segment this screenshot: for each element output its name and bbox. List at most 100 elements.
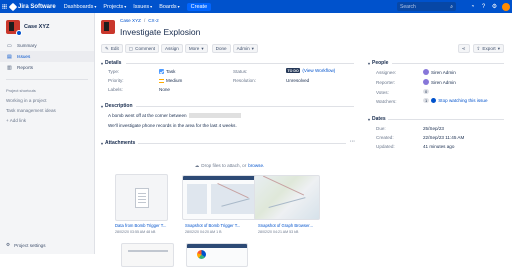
priority-value-text: Medium [166,78,183,83]
attachment-thumb-5[interactable] [186,243,248,267]
user-avatar[interactable] [502,2,510,11]
stop-watching-link[interactable]: Stop watching this issue [438,98,487,103]
assign-button[interactable]: Assign [161,44,183,53]
breadcrumb-project[interactable]: Case XYZ [120,18,141,23]
export-icon: ⇪ [476,45,481,51]
resolution-label: Resolution: [233,78,256,83]
attachments-heading-label: Attachments [105,140,136,146]
description-divider [136,103,354,109]
attachment-thumb-3[interactable] [254,175,320,220]
chevron-down-icon: ▾ [201,45,204,51]
search-placeholder: Search [400,3,416,10]
comment-button[interactable]: ▢ Comment [124,44,160,53]
project-header[interactable]: Case XYZ [0,13,94,36]
issue-view: Case XYZ / CX-2 Investigate Explosion ✎ E… [96,13,512,267]
add-link[interactable]: + Add link [0,116,94,126]
attachment-name-2[interactable]: Snapshot of Bomb Trigger T... [185,223,240,228]
issues-icon: ▤ [7,53,12,60]
attachment-thumb-2[interactable] [182,175,262,220]
add-link-label: Add link [9,118,27,123]
attachments-heading[interactable]: ▾ Attachments [101,140,135,146]
more-button[interactable]: More ▾ [184,44,208,53]
attachment-thumb-1[interactable] [115,174,168,221]
watchers-value[interactable]: 1 Stop watching this issue [423,98,488,103]
attachment-name-1[interactable]: Data from Bomb Trigger T... [115,223,166,228]
due-value: 25/Sep/23 [423,126,444,131]
shortcut-working-in-project[interactable]: Working in a project [0,96,94,106]
admin-button[interactable]: Admin ▾ [232,44,258,53]
drop-files-text: Drop files to attach, or [201,163,247,168]
redacted-text [188,113,241,119]
dates-heading[interactable]: ▾ Dates [368,116,386,122]
shortcut-task-management[interactable]: Task management ideas [0,106,94,116]
project-avatar [6,20,22,36]
attachments-more-icon[interactable]: ··· [350,139,355,145]
project-settings-label: Project settings [14,242,46,248]
issue-right-actions: ⋖ ⇪ Export ▾ [457,44,504,53]
updated-value: 41 minutes ago [423,144,455,149]
votes-value[interactable]: 0 [423,89,430,94]
browse-link[interactable]: browse. [248,163,264,168]
gear-icon: ⚙ [6,242,11,247]
issue-title[interactable]: Investigate Explosion [120,27,200,37]
details-heading-label: Details [105,60,122,66]
avatar [423,69,429,75]
project-settings-link[interactable]: ⚙ Project settings [6,242,46,248]
settings-gear-icon[interactable]: ⚙ [491,3,498,10]
details-heading[interactable]: ▾ Details [101,60,121,66]
assignee-value[interactable]: Siren Admin [423,69,456,75]
description-line-2[interactable]: We'll investigate phone records in the a… [108,123,237,128]
attachments-divider [138,140,346,146]
notifications-icon[interactable]: ◔ [469,4,476,10]
pencil-icon: ✎ [105,45,109,51]
type-label: Type: [108,69,120,74]
sidebar-item-summary[interactable]: ▭ Summary [0,40,94,51]
description-heading[interactable]: ▾ Description [101,103,133,109]
project-shortcuts-heading: Project shortcuts [6,88,36,93]
chevron-down-icon: ▾ [177,4,180,9]
view-workflow-link[interactable]: (View Workflow) [302,68,335,73]
help-icon[interactable]: ? [480,4,487,10]
description-heading-label: Description [105,103,133,109]
breadcrumb: Case XYZ / CX-2 [120,18,159,23]
nav-issues[interactable]: Issues ▾ [133,4,152,10]
sidebar-item-reports[interactable]: ▥ Reports [0,62,94,73]
people-heading[interactable]: ▾ People [368,60,388,66]
watchers-count: 1 [423,98,430,103]
app-switcher-icon[interactable] [0,0,8,13]
breadcrumb-issue-key[interactable]: CX-2 [148,18,158,23]
create-button[interactable]: Create [186,2,212,11]
export-button[interactable]: ⇪ Export ▾ [472,44,504,53]
sidebar-item-label: Issues [17,54,31,59]
dates-divider [388,116,504,122]
collapse-caret-icon: ▾ [368,116,371,122]
people-heading-label: People [372,60,389,66]
jira-logo[interactable]: Jira Software [8,2,56,11]
attachment-dropzone[interactable]: ☁ Drop files to attach, or browse. [103,160,356,171]
description-line-1[interactable]: A bomb went off at the corner between [108,113,241,119]
done-button[interactable]: Done [211,44,231,53]
reporter-name: Siren Admin [431,79,456,85]
collapse-caret-icon: ▾ [101,103,104,109]
nav-projects[interactable]: Projects ▾ [103,4,126,10]
nav-boards[interactable]: Boards ▾ [159,4,179,10]
watch-eye-icon [431,98,437,103]
thumb-header-bar [187,244,247,248]
nav-dashboards[interactable]: Dashboards ▾ [64,4,97,10]
attachment-name-3[interactable]: Snapshot of Graph Browser... [258,223,313,228]
edit-button[interactable]: ✎ Edit [101,44,123,53]
dates-heading-label: Dates [372,116,386,122]
sidebar-item-issues[interactable]: ▤ Issues [0,51,94,62]
labels-value: None [159,87,170,92]
avatar [423,79,429,85]
status-badge[interactable]: TO DO [286,68,301,73]
top-right-icons: ◔ ? ⚙ [469,0,510,13]
attachment-thumb-4[interactable] [121,243,174,267]
share-button[interactable]: ⋖ [457,44,470,53]
project-name: Case XYZ [24,24,50,30]
sidebar-divider [6,79,88,80]
search-input[interactable]: Search ⌕ [397,2,456,11]
chevron-down-icon: ▾ [150,4,153,9]
thumb-panel [187,184,207,214]
reporter-value[interactable]: Siren Admin [423,79,456,85]
